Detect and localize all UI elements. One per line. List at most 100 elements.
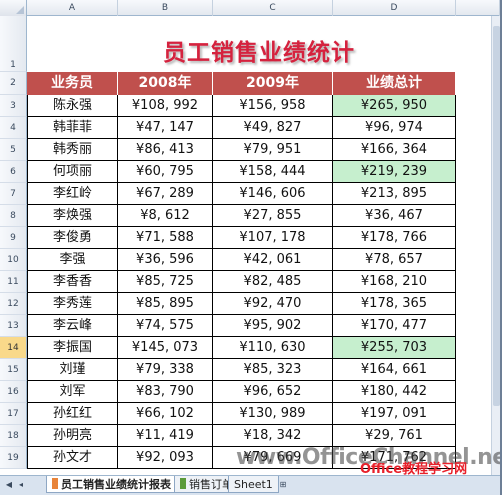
select-all-corner[interactable] <box>0 0 27 16</box>
table-cell-name[interactable]: 孙文才 <box>27 447 118 469</box>
table-cell-name[interactable]: 孙红红 <box>27 403 118 425</box>
table-cell-total[interactable]: ¥219, 239 <box>333 161 456 183</box>
row-header-13[interactable]: 13 <box>0 315 27 337</box>
row-header-3[interactable]: 3 <box>0 95 27 117</box>
table-cell-y2009[interactable]: ¥107, 178 <box>213 227 333 249</box>
row-header-12[interactable]: 12 <box>0 293 27 315</box>
column-header-a[interactable]: A <box>27 0 118 16</box>
table-cell-y2008[interactable]: ¥74, 575 <box>118 315 213 337</box>
first-sheet-arrow-icon[interactable]: ◀ <box>4 479 14 491</box>
table-cell-y2009[interactable]: ¥130, 989 <box>213 403 333 425</box>
table-cell-y2009[interactable]: ¥79, 951 <box>213 139 333 161</box>
row-header-14[interactable]: 14 <box>0 337 27 359</box>
table-cell-y2009[interactable]: ¥27, 855 <box>213 205 333 227</box>
table-cell-total[interactable]: ¥178, 766 <box>333 227 456 249</box>
table-cell-y2009[interactable]: ¥158, 444 <box>213 161 333 183</box>
table-cell-y2009[interactable]: ¥79, 669 <box>213 447 333 469</box>
table-cell-total[interactable]: ¥197, 091 <box>333 403 456 425</box>
table-cell-name[interactable]: 李焕强 <box>27 205 118 227</box>
row-header-17[interactable]: 17 <box>0 403 27 425</box>
table-header-cell[interactable]: 业务员 <box>27 72 118 95</box>
sheet-tab[interactable]: 员工销售业绩统计报表 <box>46 476 177 493</box>
table-cell-total[interactable]: ¥166, 364 <box>333 139 456 161</box>
row-header-9[interactable]: 9 <box>0 227 27 249</box>
row-header-8[interactable]: 8 <box>0 205 27 227</box>
table-cell-y2009[interactable]: ¥49, 827 <box>213 117 333 139</box>
row-header-10[interactable]: 10 <box>0 249 27 271</box>
table-cell-total[interactable]: ¥265, 950 <box>333 95 456 117</box>
table-header-cell[interactable]: 2009年 <box>213 72 333 95</box>
row-header-1[interactable]: 1 <box>0 16 27 72</box>
column-header-c[interactable]: C <box>213 0 333 16</box>
sheet-tab[interactable]: Sheet1 <box>228 476 279 493</box>
row-header-18[interactable]: 18 <box>0 425 27 447</box>
row-header-4[interactable]: 4 <box>0 117 27 139</box>
table-cell-name[interactable]: 李云峰 <box>27 315 118 337</box>
table-cell-y2009[interactable]: ¥18, 342 <box>213 425 333 447</box>
table-cell-y2008[interactable]: ¥67, 289 <box>118 183 213 205</box>
table-cell-y2008[interactable]: ¥79, 338 <box>118 359 213 381</box>
prev-sheet-arrow-icon[interactable]: ◂ <box>16 479 26 491</box>
table-cell-y2009[interactable]: ¥110, 630 <box>213 337 333 359</box>
table-cell-name[interactable]: 李香香 <box>27 271 118 293</box>
table-cell-y2009[interactable]: ¥146, 606 <box>213 183 333 205</box>
table-cell-y2009[interactable]: ¥95, 902 <box>213 315 333 337</box>
table-header-cell[interactable]: 2008年 <box>118 72 213 95</box>
table-cell-y2008[interactable]: ¥36, 596 <box>118 249 213 271</box>
row-header-11[interactable]: 11 <box>0 271 27 293</box>
table-cell-name[interactable]: 韩秀丽 <box>27 139 118 161</box>
row-header-16[interactable]: 16 <box>0 381 27 403</box>
table-cell-y2008[interactable]: ¥108, 992 <box>118 95 213 117</box>
table-cell-total[interactable]: ¥168, 210 <box>333 271 456 293</box>
table-cell-y2008[interactable]: ¥60, 795 <box>118 161 213 183</box>
table-cell-y2008[interactable]: ¥8, 612 <box>118 205 213 227</box>
table-cell-y2008[interactable]: ¥83, 790 <box>118 381 213 403</box>
row-header-15[interactable]: 15 <box>0 359 27 381</box>
table-cell-name[interactable]: 孙明亮 <box>27 425 118 447</box>
table-cell-name[interactable]: 韩菲菲 <box>27 117 118 139</box>
insert-sheet-icon[interactable]: ⊞ <box>276 479 290 491</box>
table-cell-name[interactable]: 陈永强 <box>27 95 118 117</box>
table-header-cell[interactable]: 业绩总计 <box>333 72 456 95</box>
table-cell-total[interactable]: ¥164, 661 <box>333 359 456 381</box>
table-cell-y2008[interactable]: ¥145, 073 <box>118 337 213 359</box>
table-cell-name[interactable]: 李振国 <box>27 337 118 359</box>
table-cell-y2009[interactable]: ¥82, 485 <box>213 271 333 293</box>
column-header-e[interactable] <box>456 0 500 16</box>
row-header-2[interactable]: 2 <box>0 72 27 95</box>
table-cell-total[interactable]: ¥96, 974 <box>333 117 456 139</box>
table-cell-total[interactable]: ¥78, 657 <box>333 249 456 271</box>
table-cell-y2009[interactable]: ¥96, 652 <box>213 381 333 403</box>
row-header-7[interactable]: 7 <box>0 183 27 205</box>
column-header-d[interactable]: D <box>333 0 456 16</box>
table-cell-total[interactable]: ¥178, 365 <box>333 293 456 315</box>
table-cell-total[interactable]: ¥180, 442 <box>333 381 456 403</box>
table-cell-y2009[interactable]: ¥85, 323 <box>213 359 333 381</box>
table-cell-y2009[interactable]: ¥156, 958 <box>213 95 333 117</box>
row-header-6[interactable]: 6 <box>0 161 27 183</box>
table-cell-total[interactable]: ¥36, 467 <box>333 205 456 227</box>
table-cell-total[interactable]: ¥171, 762 <box>333 447 456 469</box>
row-header-19[interactable]: 19 <box>0 447 27 469</box>
scrollbar-thumb[interactable] <box>493 26 500 406</box>
table-cell-total[interactable]: ¥213, 895 <box>333 183 456 205</box>
table-cell-total[interactable]: ¥255, 703 <box>333 337 456 359</box>
table-cell-name[interactable]: 何项丽 <box>27 161 118 183</box>
table-cell-total[interactable]: ¥29, 761 <box>333 425 456 447</box>
table-cell-y2008[interactable]: ¥66, 102 <box>118 403 213 425</box>
table-cell-name[interactable]: 刘军 <box>27 381 118 403</box>
table-cell-y2009[interactable]: ¥92, 470 <box>213 293 333 315</box>
table-cell-name[interactable]: 刘瑾 <box>27 359 118 381</box>
table-cell-y2008[interactable]: ¥85, 895 <box>118 293 213 315</box>
column-header-b[interactable]: B <box>118 0 213 16</box>
table-cell-y2008[interactable]: ¥92, 093 <box>118 447 213 469</box>
table-cell-y2008[interactable]: ¥85, 725 <box>118 271 213 293</box>
row-header-5[interactable]: 5 <box>0 139 27 161</box>
table-cell-y2008[interactable]: ¥71, 588 <box>118 227 213 249</box>
vertical-scrollbar[interactable] <box>491 16 500 475</box>
table-cell-name[interactable]: 李强 <box>27 249 118 271</box>
table-cell-name[interactable]: 李红岭 <box>27 183 118 205</box>
table-cell-name[interactable]: 李俊勇 <box>27 227 118 249</box>
table-cell-y2009[interactable]: ¥42, 061 <box>213 249 333 271</box>
table-cell-y2008[interactable]: ¥86, 413 <box>118 139 213 161</box>
